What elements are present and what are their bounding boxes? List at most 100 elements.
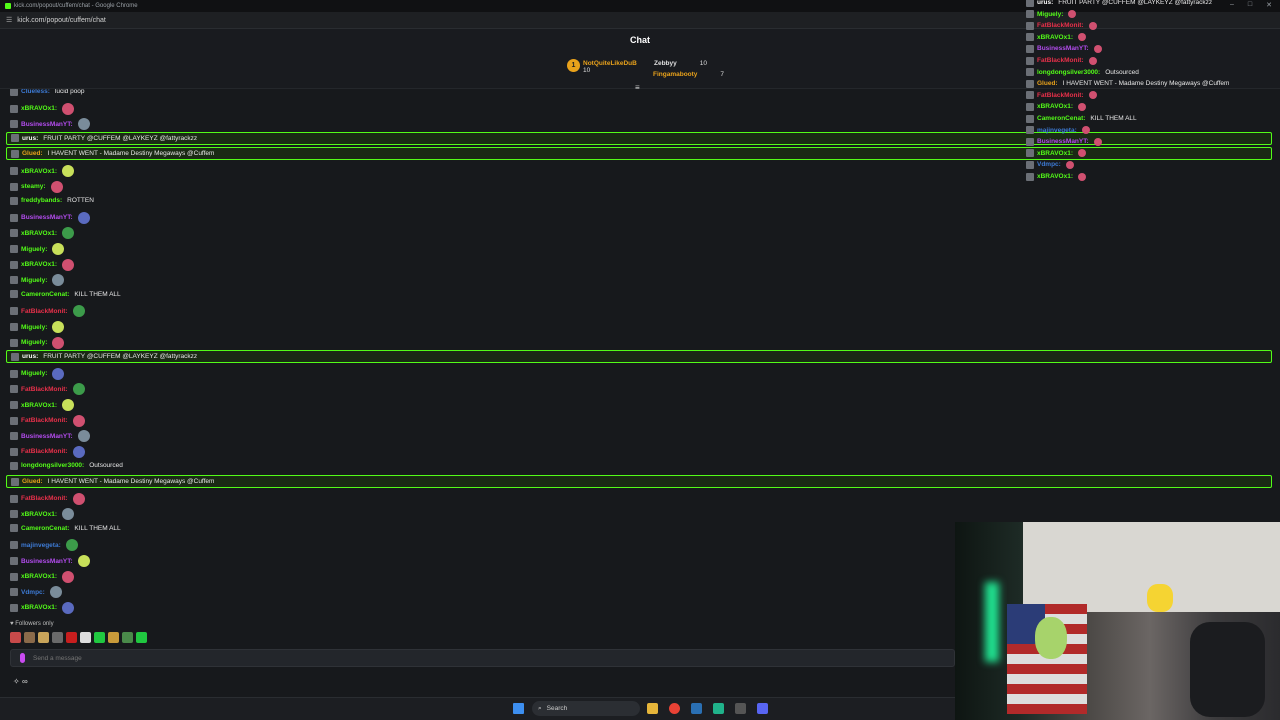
chat-username[interactable]: xBRAVOx1:	[21, 603, 57, 612]
chat-message[interactable]: Miguely:	[10, 336, 65, 349]
top-gifter[interactable]: NotQuiteLikeDuB 10	[583, 60, 637, 74]
chat-username[interactable]: FatBlackMonit:	[21, 385, 68, 394]
chat-username[interactable]: FatBlackMonit:	[21, 416, 68, 425]
chat-message[interactable]: FatBlackMonit:	[10, 492, 85, 505]
windows-start-icon[interactable]	[513, 703, 524, 714]
emote-shortcut-icon[interactable]	[66, 632, 77, 643]
chat-username[interactable]: steamy:	[21, 182, 46, 191]
chat-message[interactable]: Miguely:	[10, 274, 65, 287]
chat-message[interactable]: CameronCenat: KILL THEM ALL	[10, 290, 121, 299]
chat-username[interactable]: xBRAVOx1:	[21, 572, 57, 581]
chat-message[interactable]: FatBlackMonit:	[10, 305, 85, 318]
chat-message[interactable]: Clueless: lucid poop	[10, 89, 85, 96]
infinity-icon[interactable]: ∞	[22, 677, 28, 686]
chat-username[interactable]: Miguely:	[21, 276, 47, 285]
chat-username[interactable]: FatBlackMonit:	[21, 447, 68, 456]
chat-username[interactable]: Miguely:	[21, 245, 47, 254]
chat-username[interactable]: xBRAVOx1:	[21, 510, 57, 519]
chat-message[interactable]: Vdmpc:	[10, 586, 62, 599]
chat-message[interactable]: Miguely:	[10, 243, 65, 255]
chat-username[interactable]: FatBlackMonit:	[21, 494, 68, 503]
chat-message[interactable]: xBRAVOx1:	[10, 165, 75, 177]
emote-shortcut-icon[interactable]	[94, 632, 105, 643]
top-gifter[interactable]: Fingamabooty 7	[653, 71, 724, 78]
chat-username[interactable]: majinvegeta:	[21, 541, 61, 550]
chat-username[interactable]: Miguely:	[21, 369, 47, 378]
chat-username[interactable]: Miguely:	[21, 338, 47, 347]
chat-message[interactable]: majinvegeta:	[10, 539, 78, 552]
chrome-icon[interactable]	[669, 703, 680, 714]
mic-icon[interactable]	[20, 653, 25, 663]
chat-message[interactable]: xBRAVOx1:	[10, 258, 75, 271]
chat-message[interactable]: Miguely:	[10, 367, 65, 380]
chat-message[interactable]: Glued: I HAVENT WENT - Madame Destiny Meg…	[11, 149, 214, 158]
pinned-highlight-message[interactable]: urus: FRUIT PARTY @CUFFEM @LAYKEYZ @fatty…	[6, 350, 1272, 364]
chat-message[interactable]: freddybands: ROTTEN	[10, 196, 94, 205]
chat-message[interactable]: longdongsilver3000: Outsourced	[10, 461, 123, 470]
emote-shortcut-icon[interactable]	[24, 632, 35, 643]
chat-message[interactable]: FatBlackMonit:	[10, 445, 85, 458]
discord-icon[interactable]	[757, 703, 768, 714]
chat-message[interactable]: FatBlackMonit:	[10, 383, 85, 396]
chat-message[interactable]: BusinessManYT:	[10, 555, 90, 567]
app-icon[interactable]	[713, 703, 724, 714]
taskbar-search[interactable]: ⌕ Search	[532, 701, 640, 716]
emote-shortcut-icon[interactable]	[52, 632, 63, 643]
emote-shortcut-icon[interactable]	[38, 632, 49, 643]
file-explorer-icon[interactable]	[647, 703, 658, 714]
emote-shortcut-icon[interactable]	[10, 632, 21, 643]
chat-tools[interactable]: ✧ ∞	[13, 677, 28, 686]
emote-bar[interactable]	[10, 632, 147, 643]
chat-username[interactable]: Clueless:	[21, 89, 50, 96]
chat-username[interactable]: longdongsilver3000:	[21, 461, 84, 470]
message-input-wrapper[interactable]	[10, 649, 955, 667]
emote-picker-icon[interactable]: ✧	[13, 677, 20, 686]
message-input[interactable]	[33, 652, 933, 664]
chat-username[interactable]: xBRAVOx1:	[21, 167, 57, 176]
chat-username[interactable]: Glued:	[22, 149, 43, 158]
site-settings-icon[interactable]: ☰	[6, 16, 12, 24]
pinned-highlight-message[interactable]: Glued: I HAVENT WENT - Madame Destiny Meg…	[6, 475, 1272, 488]
chat-username[interactable]: freddybands:	[21, 196, 62, 205]
emote-shortcut-icon[interactable]	[108, 632, 119, 643]
steam-icon[interactable]	[691, 703, 702, 714]
chat-username[interactable]: BusinessManYT:	[21, 557, 73, 566]
top-gifter[interactable]: Zebbyy 10	[654, 60, 707, 67]
chat-username[interactable]: Miguely:	[21, 323, 47, 332]
chat-message[interactable]: BusinessManYT:	[10, 211, 90, 224]
chat-message[interactable]: steamy:	[10, 180, 63, 193]
chat-message[interactable]: BusinessManYT:	[10, 118, 90, 131]
chat-username[interactable]: BusinessManYT:	[21, 432, 73, 441]
emote-shortcut-icon[interactable]	[80, 632, 91, 643]
chat-username[interactable]: CameronCenat:	[21, 290, 69, 299]
address-url[interactable]: kick.com/popout/cuffem/chat	[17, 17, 106, 24]
chat-message[interactable]: xBRAVOx1:	[10, 570, 75, 583]
chat-username[interactable]: urus:	[22, 352, 38, 361]
chat-username[interactable]: xBRAVOx1:	[21, 104, 57, 113]
chat-message[interactable]: Miguely:	[10, 321, 65, 333]
chat-message[interactable]: xBRAVOx1:	[10, 102, 75, 115]
chat-message[interactable]: xBRAVOx1:	[10, 508, 75, 521]
chat-message[interactable]: xBRAVOx1:	[10, 601, 75, 614]
chat-username[interactable]: urus:	[22, 134, 38, 143]
chat-message[interactable]: CameronCenat: KILL THEM ALL	[10, 524, 121, 533]
chat-username[interactable]: xBRAVOx1:	[21, 401, 57, 410]
chat-message[interactable]: urus: FRUIT PARTY @CUFFEM @LAYKEYZ @fatty…	[11, 134, 197, 143]
app-icon-2[interactable]	[735, 703, 746, 714]
chat-username[interactable]: CameronCenat:	[21, 524, 69, 533]
chat-username[interactable]: xBRAVOx1:	[21, 229, 57, 238]
chat-username[interactable]: Vdmpc:	[21, 588, 45, 597]
chat-username[interactable]: Glued:	[22, 477, 43, 486]
emote-shortcut-icon[interactable]	[136, 632, 147, 643]
chat-message[interactable]: BusinessManYT:	[10, 430, 90, 443]
chat-username[interactable]: xBRAVOx1:	[21, 260, 57, 269]
chat-message[interactable]: xBRAVOx1:	[10, 227, 75, 240]
chat-username[interactable]: BusinessManYT:	[21, 120, 73, 129]
emote-shortcut-icon[interactable]	[122, 632, 133, 643]
chat-username[interactable]: BusinessManYT:	[21, 213, 73, 222]
chat-message[interactable]: xBRAVOx1:	[10, 399, 75, 411]
chat-message[interactable]: FatBlackMonit:	[10, 414, 85, 427]
chat-message[interactable]: Glued: I HAVENT WENT - Madame Destiny Meg…	[11, 477, 214, 486]
chat-message[interactable]: urus: FRUIT PARTY @CUFFEM @LAYKEYZ @fatty…	[11, 352, 197, 361]
chat-username[interactable]: FatBlackMonit:	[21, 307, 68, 316]
